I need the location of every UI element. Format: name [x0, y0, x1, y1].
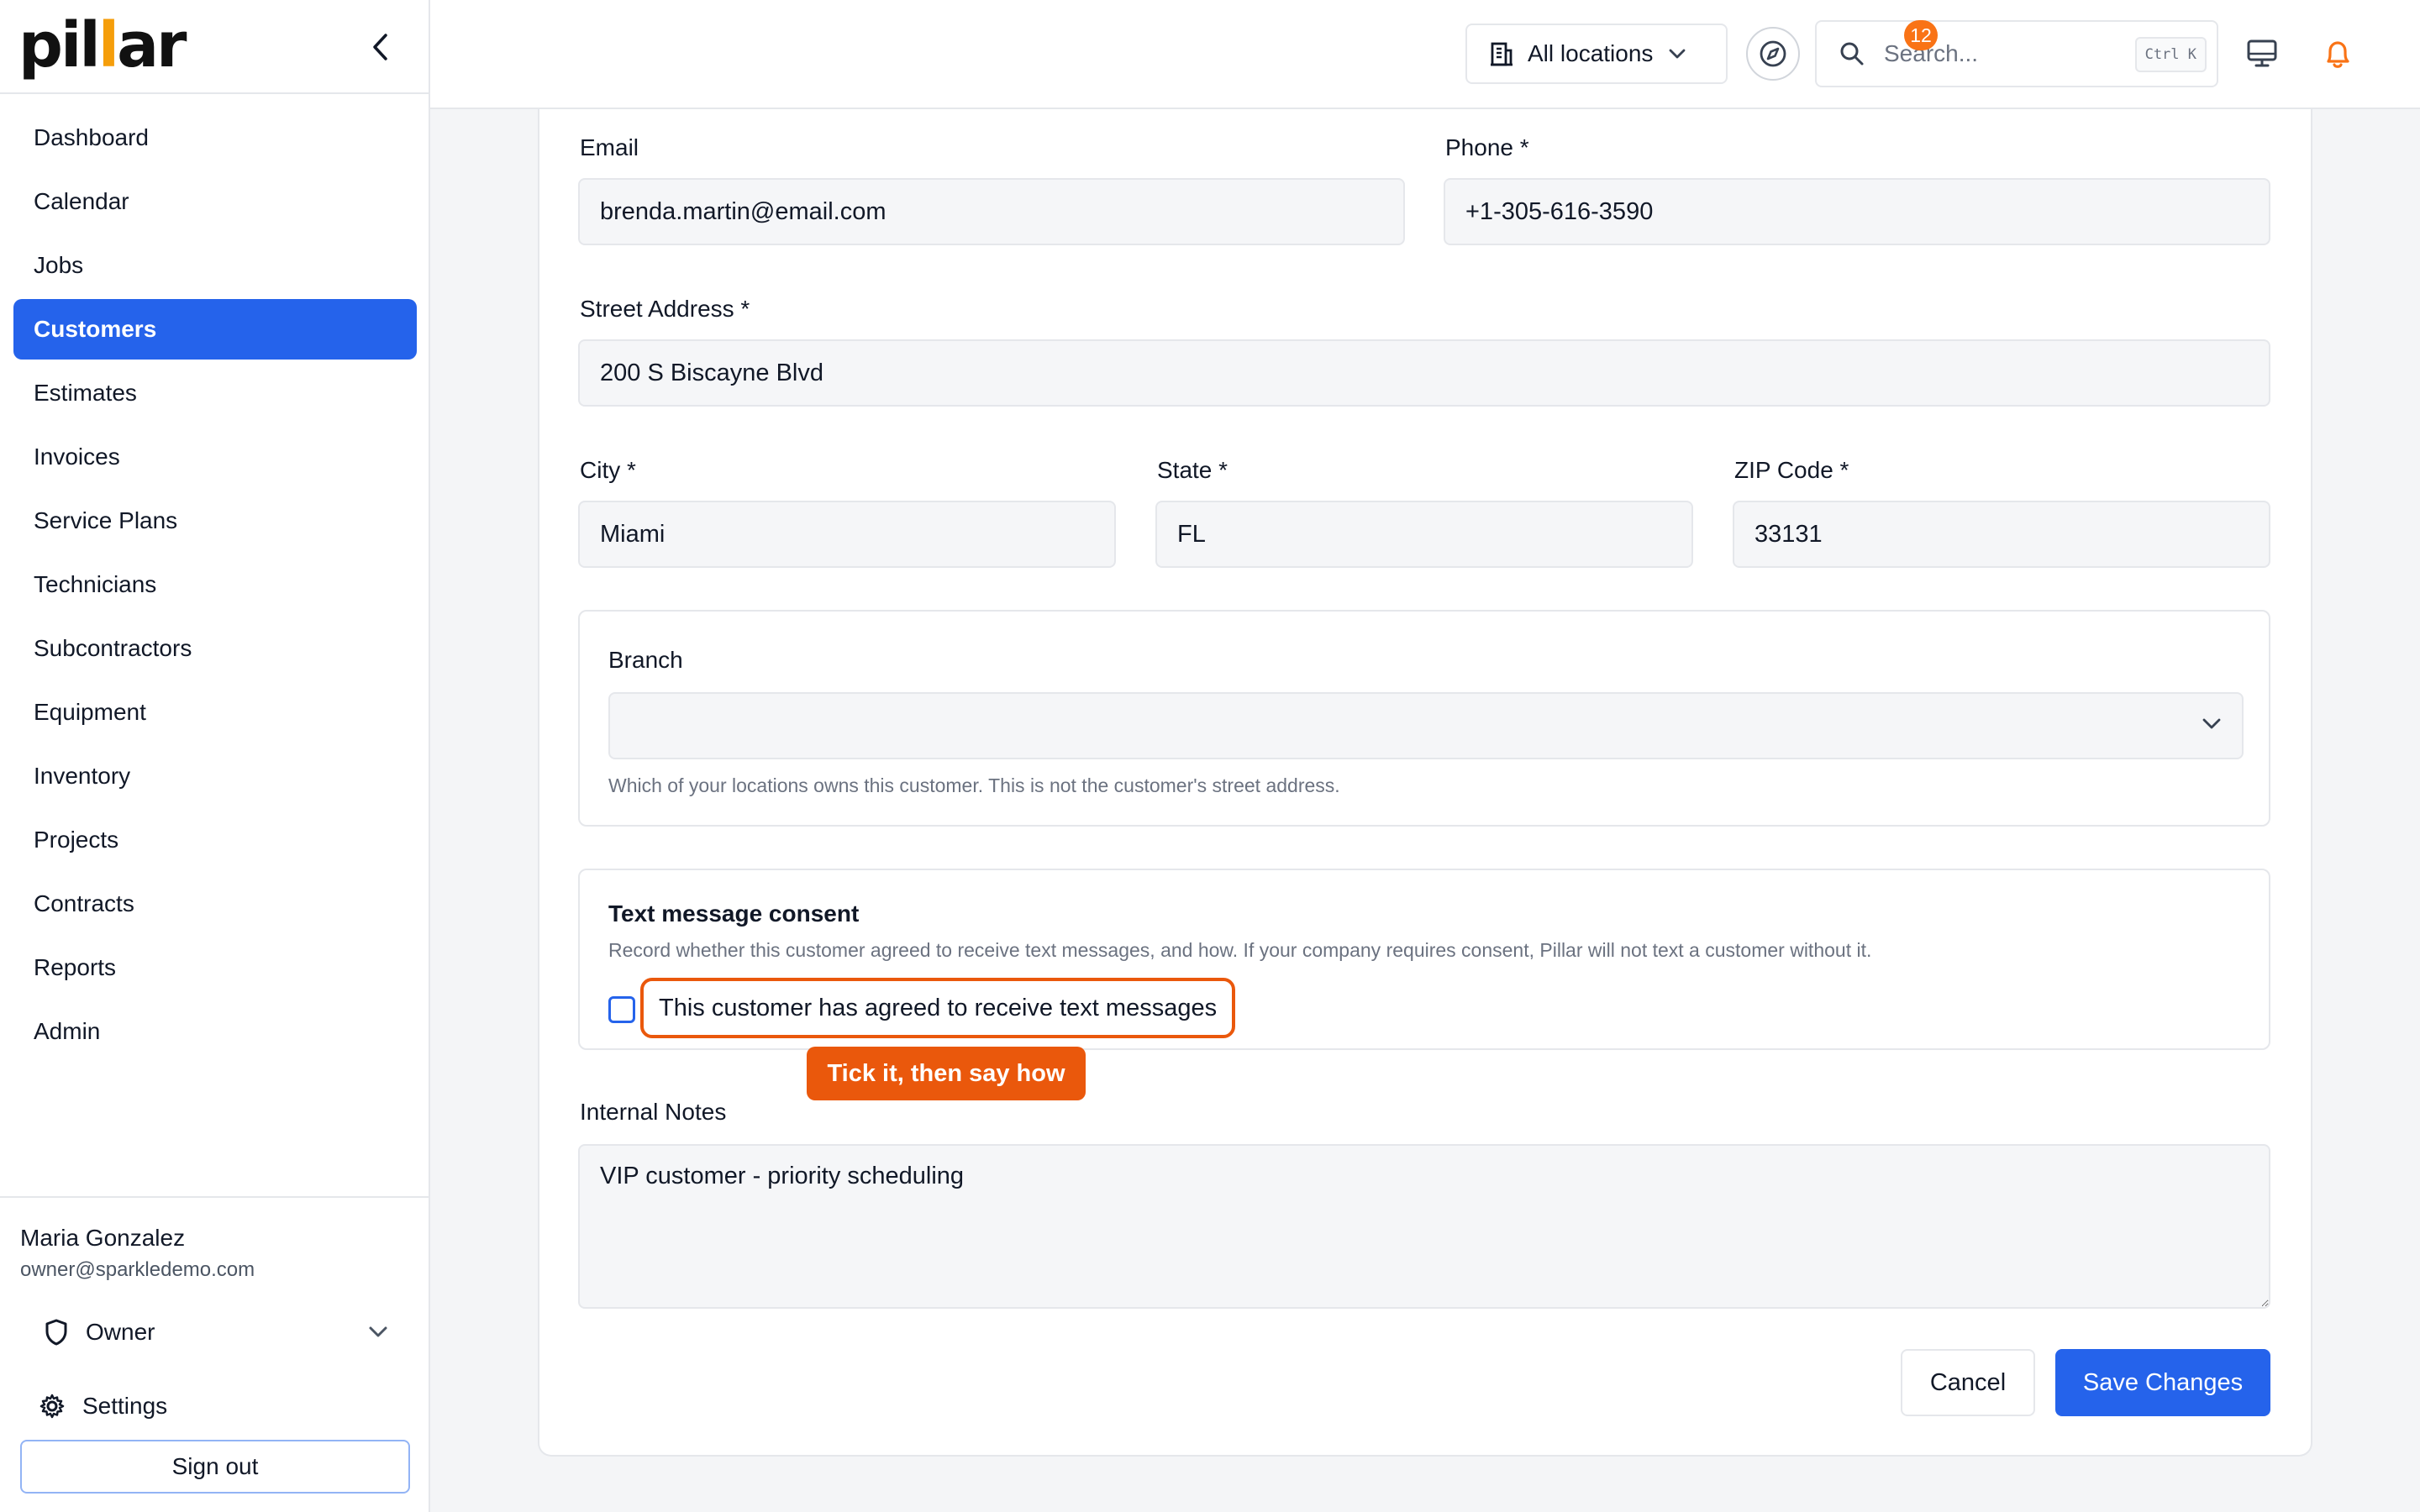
logo-part-b: l [97, 9, 119, 81]
text-consent-help: Record whether this customer agreed to r… [608, 939, 1872, 961]
sidebar-item-jobs[interactable]: Jobs [13, 235, 417, 296]
street-address-field[interactable] [578, 339, 2270, 407]
user-email: owner@sparkledemo.com [20, 1258, 255, 1281]
brand-header: pillar [0, 0, 429, 94]
text-consent-title: Text message consent [608, 900, 860, 927]
sidebar-item-calendar[interactable]: Calendar [13, 171, 417, 232]
chevron-down-icon [369, 1326, 387, 1337]
compass-icon [1760, 40, 1786, 67]
chevron-down-icon [2202, 718, 2221, 729]
phone-label: Phone * [1445, 134, 1529, 160]
building-icon [1491, 42, 1512, 66]
search-shortcut-hint: Ctrl K [2134, 37, 2207, 72]
search-icon [1840, 42, 1864, 66]
chevron-down-icon [1670, 49, 1686, 59]
top-bar: All locations Ctrl K [430, 0, 2420, 109]
email-field[interactable] [578, 178, 1405, 245]
state-field[interactable] [1155, 501, 1693, 568]
logo-part-a: pil [18, 9, 101, 81]
internal-notes-field[interactable]: VIP customer - priority scheduling [578, 1144, 2270, 1309]
bell-icon [2327, 41, 2349, 68]
pillar-logo[interactable]: pillar [18, 9, 187, 81]
sidebar-item-reports[interactable]: Reports [13, 937, 417, 998]
zip-code-label: ZIP Code * [1734, 457, 1849, 483]
sidebar-item-estimates[interactable]: Estimates [13, 363, 417, 423]
sidebar-item-admin[interactable]: Admin [13, 1001, 417, 1062]
settings-label: Settings [82, 1393, 168, 1419]
gear-icon [39, 1394, 65, 1419]
sign-out-button[interactable]: Sign out [20, 1440, 410, 1494]
sidebar: pillar Dashboard Calendar Jobs Customers… [0, 0, 430, 1512]
collapse-sidebar-button[interactable] [365, 30, 395, 64]
settings-link[interactable]: Settings [39, 1383, 167, 1430]
chevron-left-icon [373, 34, 387, 60]
street-address-label: Street Address * [580, 296, 750, 322]
notification-count-badge: 12 [1904, 20, 1938, 50]
shield-icon [45, 1319, 67, 1346]
sidebar-item-technicians[interactable]: Technicians [13, 554, 417, 615]
email-label: Email [580, 134, 639, 160]
branch-select[interactable] [608, 692, 2244, 759]
display-button[interactable] [2242, 34, 2282, 74]
sidebar-item-equipment[interactable]: Equipment [13, 682, 417, 743]
sidebar-item-contracts[interactable]: Contracts [13, 874, 417, 934]
sidebar-item-dashboard[interactable]: Dashboard [13, 108, 417, 168]
global-search[interactable]: Ctrl K [1815, 20, 2218, 87]
sidebar-item-customers[interactable]: Customers [13, 299, 417, 360]
state-label: State * [1157, 457, 1228, 483]
branch-panel: Branch Which of your locations owns this… [578, 610, 2270, 827]
zip-code-field[interactable] [1733, 501, 2270, 568]
internal-notes-label: Internal Notes [580, 1099, 727, 1125]
location-label: All locations [1528, 40, 1654, 66]
location-selector[interactable]: All locations [1465, 24, 1728, 84]
consent-hint-tooltip: Tick it, then say how [807, 1047, 1086, 1100]
role-selector[interactable]: Owner [44, 1309, 388, 1356]
sidebar-item-subcontractors[interactable]: Subcontractors [13, 618, 417, 679]
city-field[interactable] [578, 501, 1116, 568]
cancel-button[interactable]: Cancel [1901, 1349, 2035, 1416]
sidebar-item-service-plans[interactable]: Service Plans [13, 491, 417, 551]
phone-field[interactable] [1444, 178, 2270, 245]
text-consent-checkbox-label[interactable]: This customer has agreed to receive text… [640, 978, 1236, 1038]
logo-part-c: ar [117, 9, 187, 81]
text-consent-panel: Text message consent Record whether this… [578, 869, 2270, 1050]
user-panel: Maria Gonzalez owner@sparkledemo.com Own… [0, 1196, 429, 1512]
sidebar-item-invoices[interactable]: Invoices [13, 427, 417, 487]
city-label: City * [580, 457, 636, 483]
text-consent-checkbox[interactable] [608, 996, 635, 1023]
sidebar-item-projects[interactable]: Projects [13, 810, 417, 870]
sidebar-item-inventory[interactable]: Inventory [13, 746, 417, 806]
branch-label: Branch [608, 647, 683, 673]
notifications-button[interactable] [2316, 30, 2360, 77]
monitor-icon [2247, 39, 2277, 67]
role-label: Owner [86, 1319, 155, 1345]
explore-button[interactable] [1746, 27, 1800, 81]
user-name: Maria Gonzalez [20, 1225, 186, 1251]
branch-help-text: Which of your locations owns this custom… [608, 774, 1340, 796]
save-changes-button[interactable]: Save Changes [2055, 1349, 2270, 1416]
sidebar-nav: Dashboard Calendar Jobs Customers Estima… [13, 108, 417, 1065]
